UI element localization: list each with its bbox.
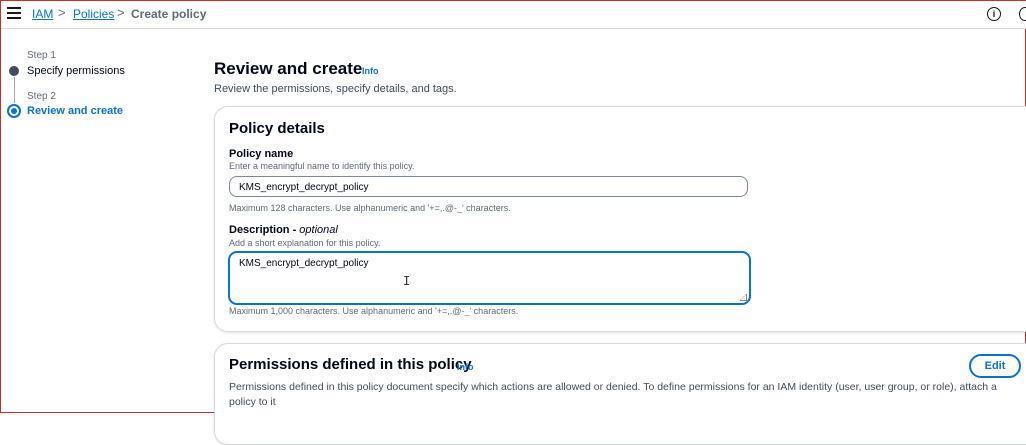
edit-button[interactable]: Edit [969,354,1021,378]
policy-name-input[interactable]: KMS_encrypt_decrypt_policy [229,176,748,197]
top-bar: IAM > Policies > Create policy i [1,1,1026,29]
policy-details-panel: Policy details Policy name Enter a meani… [214,106,1026,332]
policy-name-label: Policy name [229,148,294,160]
policy-name-hint: Enter a meaningful name to identify this… [229,161,415,171]
breadcrumb-current: Create policy [131,7,207,21]
permissions-panel: Permissions defined in this policy Info … [214,343,1026,445]
breadcrumb-separator: > [117,5,125,20]
policy-name-constraint: Maximum 128 characters. Use alphanumeric… [229,203,511,213]
permissions-title: Permissions defined in this policy [229,356,472,373]
step-1-label: Step 1 [27,50,56,61]
settings-icon[interactable] [1019,7,1026,21]
breadcrumb-separator: > [58,5,66,20]
step-active-icon [7,104,21,118]
breadcrumb-policies[interactable]: Policies [73,7,114,21]
page-description: Review the permissions, specify details,… [214,83,457,95]
info-icon[interactable]: i [987,7,1001,21]
optional-label: optional [299,224,338,236]
step-1-title[interactable]: Specify permissions [27,65,125,77]
step-done-icon [9,66,19,76]
permissions-description: Permissions defined in this policy docum… [229,381,997,408]
description-constraint: Maximum 1,000 characters. Use alphanumer… [229,306,519,316]
text-cursor-icon: I [403,274,411,288]
menu-icon[interactable] [7,7,21,20]
description-label-text: Description - [229,224,300,236]
policy-details-title: Policy details [229,120,325,137]
description-hint: Add a short explanation for this policy. [229,238,381,248]
step-2-label: Step 2 [27,91,56,102]
description-value: KMS_encrypt_decrypt_policy [239,258,369,269]
page-info-link[interactable]: Info [362,66,379,76]
description-label: Description - optional [229,224,338,236]
page-title: Review and create [214,59,363,78]
resize-handle-icon[interactable] [740,294,747,301]
permissions-info-link[interactable]: Info [457,362,474,372]
step-2-title: Review and create [27,105,123,117]
description-textarea[interactable]: KMS_encrypt_decrypt_policy [229,252,750,304]
step-connector [14,77,15,103]
breadcrumb-iam[interactable]: IAM [32,7,53,21]
